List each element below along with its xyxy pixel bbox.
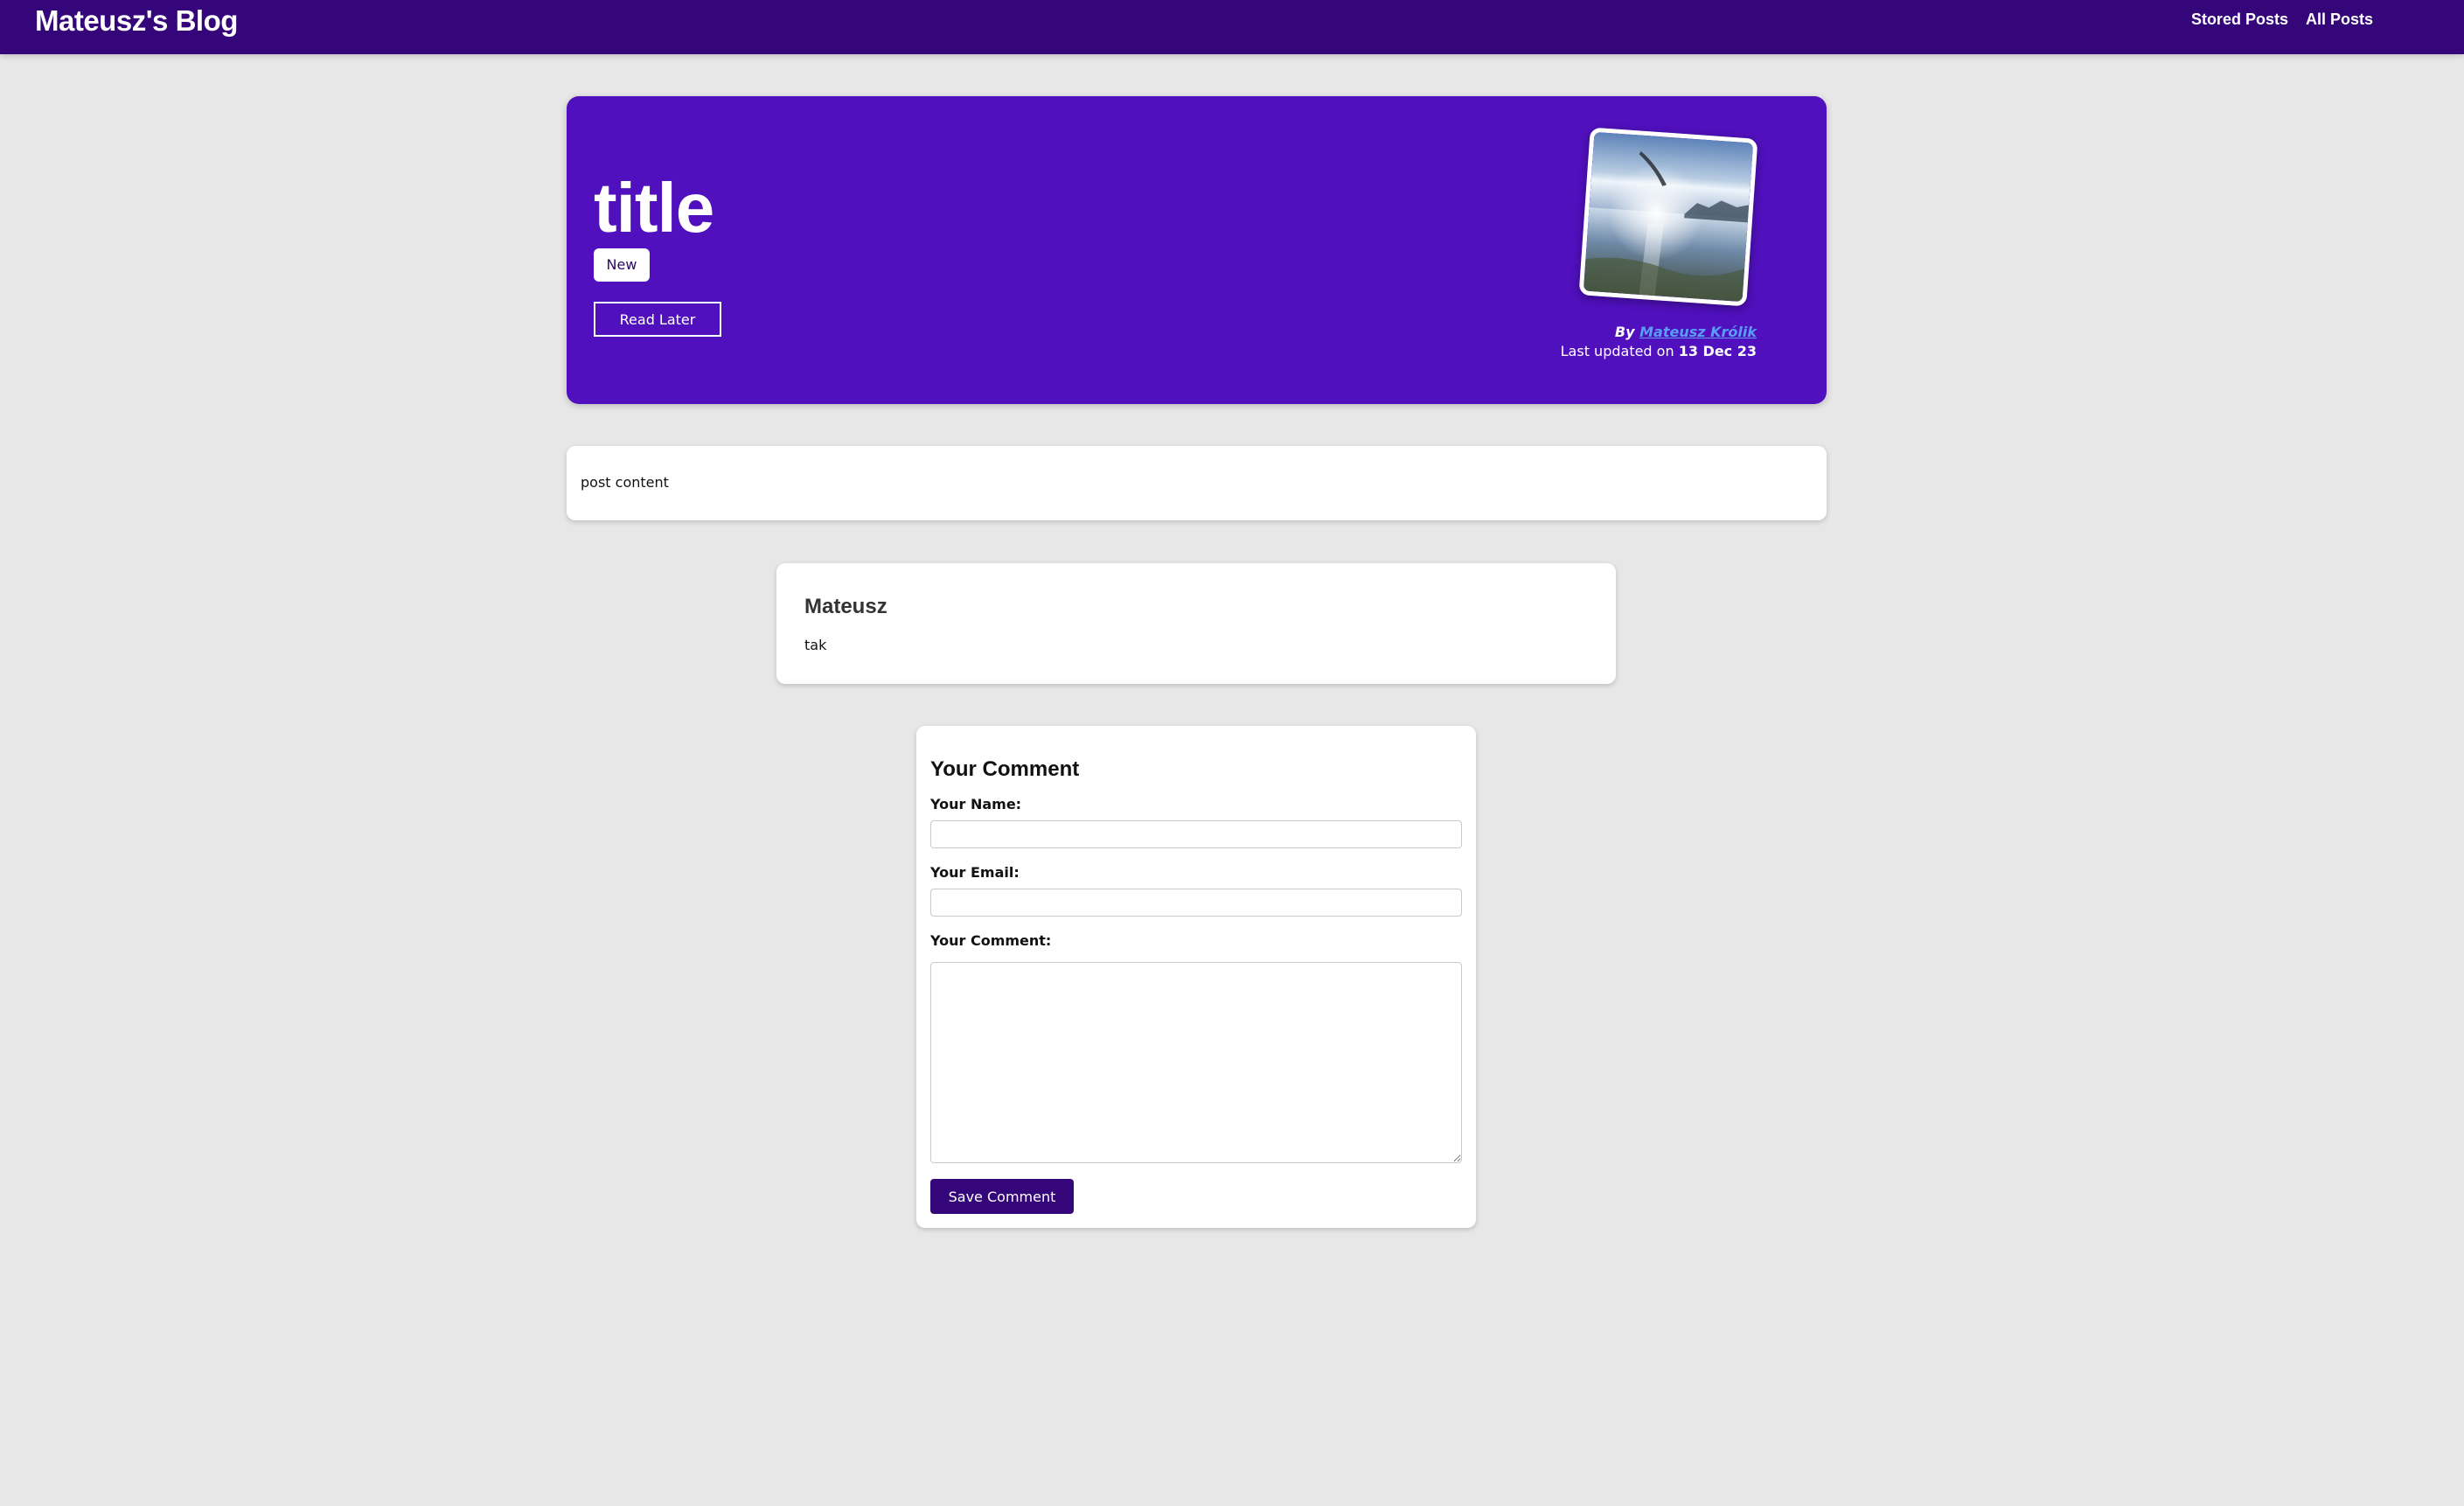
comment-form: Your Comment Your Name: Your Email: Your… [916, 726, 1476, 1228]
nav-link-stored-posts[interactable]: Stored Posts [2191, 10, 2288, 29]
comment-textarea[interactable] [930, 962, 1462, 1163]
post-hero-card: title New Read Later By Mateusz Królik L… [567, 96, 1827, 404]
name-input[interactable] [930, 820, 1462, 848]
author-photo [1578, 127, 1758, 307]
comment-card: Mateusz tak [776, 563, 1616, 684]
save-comment-button[interactable]: Save Comment [930, 1179, 1074, 1214]
comment-text: tak [804, 637, 827, 653]
new-tag-badge: New [594, 248, 650, 282]
updated-prefix: Last updated on [1560, 343, 1674, 359]
site-brand-link[interactable]: Mateusz's Blog [35, 0, 238, 42]
author-byline: By Mateusz Królik [1615, 324, 1757, 340]
read-later-button[interactable]: Read Later [594, 302, 721, 337]
email-label: Your Email: [930, 864, 1020, 881]
last-updated: Last updated on 13 Dec 23 [1561, 343, 1757, 359]
post-content-card: post content [567, 446, 1827, 520]
email-input[interactable] [930, 889, 1462, 917]
top-nav-bar: Mateusz's Blog Stored Posts All Posts [0, 0, 2464, 54]
byline-prefix: By [1614, 324, 1635, 340]
main-nav: Stored Posts All Posts [2191, 0, 2373, 38]
updated-date: 13 Dec 23 [1678, 343, 1757, 359]
name-label: Your Name: [930, 796, 1022, 812]
comment-author: Mateusz [804, 595, 887, 618]
author-photo-image [1583, 131, 1754, 303]
comment-label: Your Comment: [930, 932, 1052, 949]
post-content-text: post content [581, 474, 669, 491]
author-link[interactable]: Mateusz Królik [1639, 324, 1757, 340]
post-title: title [594, 169, 714, 247]
nav-link-all-posts[interactable]: All Posts [2306, 10, 2373, 29]
comment-form-title: Your Comment [930, 757, 1080, 781]
